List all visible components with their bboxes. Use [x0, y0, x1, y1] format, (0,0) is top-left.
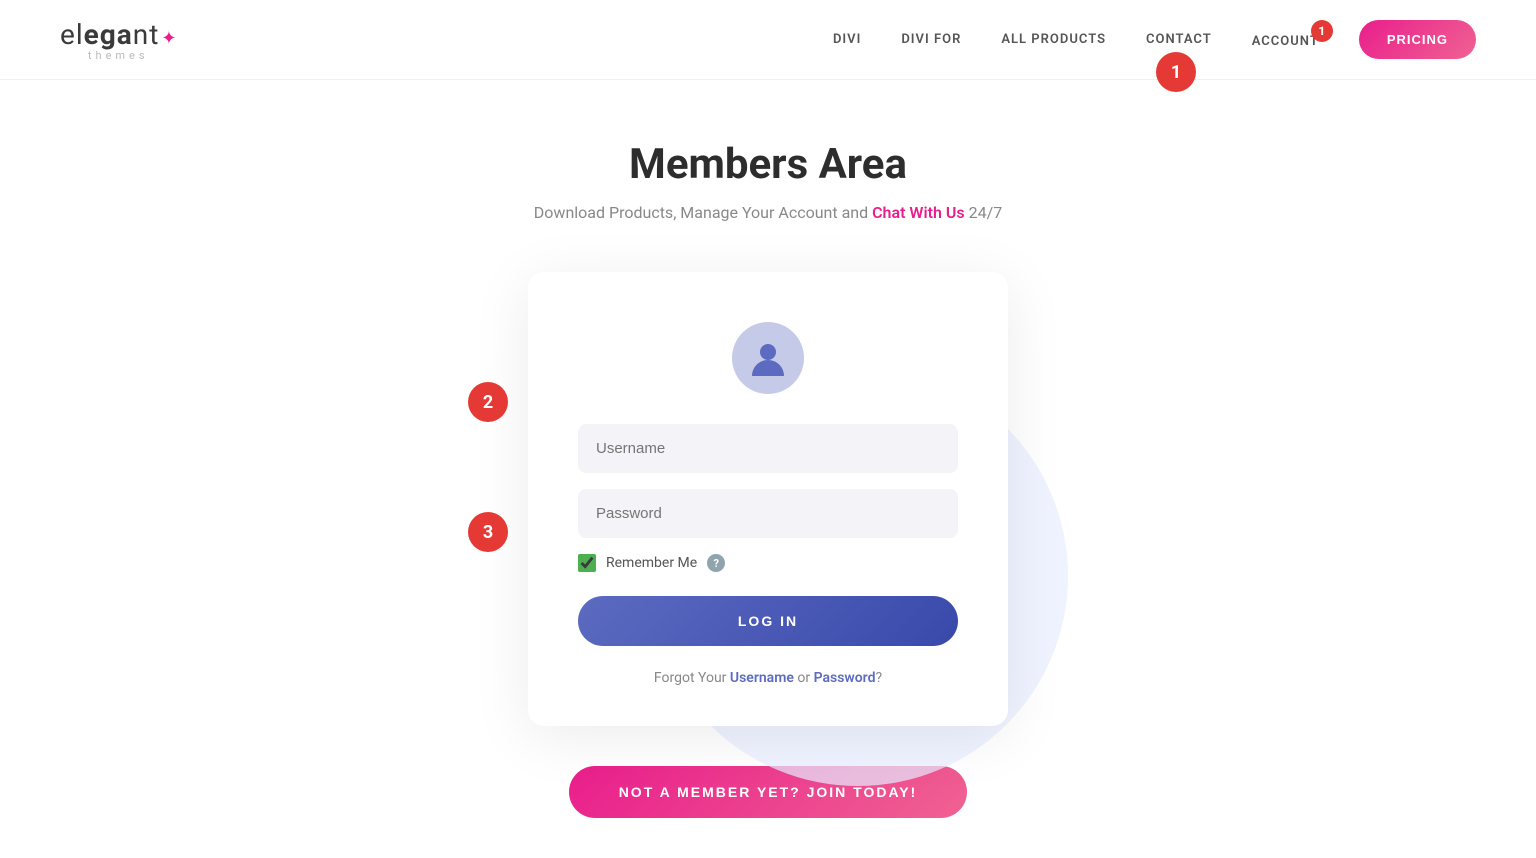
nav-contact[interactable]: CONTACT — [1146, 32, 1212, 47]
logo[interactable]: elegant ✦ themes — [60, 18, 176, 62]
nav-divi[interactable]: DIVI — [833, 32, 861, 47]
annotation-3: 3 — [468, 512, 508, 552]
chat-link[interactable]: Chat With Us — [872, 203, 965, 222]
username-group — [578, 424, 958, 473]
logo-star-icon: ✦ — [161, 28, 176, 49]
logo-subtitle: themes — [88, 49, 149, 62]
password-input[interactable] — [578, 489, 958, 538]
remember-checkbox[interactable] — [578, 554, 596, 572]
forgot-password-link[interactable]: Password — [814, 670, 876, 686]
navigation: elegant ✦ themes DIVI DIVI FOR ALL PRODU… — [0, 0, 1536, 80]
password-group — [578, 489, 958, 538]
remember-row: Remember Me ? — [578, 554, 958, 572]
nav-account-wrapper: ACCOUNT 1 — [1252, 30, 1319, 49]
login-button[interactable]: LOG IN — [578, 596, 958, 646]
login-card-wrapper: 2 3 Rem — [528, 272, 1008, 726]
pricing-button[interactable]: PRICING — [1359, 20, 1476, 59]
page-subtitle: Download Products, Manage Your Account a… — [534, 203, 1002, 222]
account-badge: 1 — [1311, 20, 1333, 42]
page-title: Members Area — [629, 140, 907, 189]
login-card: Remember Me ? LOG IN Forgot Your Usernam… — [528, 272, 1008, 726]
forgot-username-link[interactable]: Username — [730, 670, 794, 686]
nav-all-products[interactable]: ALL PRODUCTS — [1001, 32, 1106, 47]
user-avatar-icon — [732, 322, 804, 394]
main-content: Members Area Download Products, Manage Y… — [0, 80, 1536, 858]
help-icon[interactable]: ? — [707, 554, 725, 572]
logo-brand: elegant — [60, 18, 159, 51]
nav-links: DIVI DIVI FOR ALL PRODUCTS CONTACT ACCOU… — [833, 20, 1476, 59]
nav-account[interactable]: ACCOUNT — [1252, 34, 1319, 49]
forgot-text: Forgot Your Username or Password? — [654, 670, 882, 686]
remember-label: Remember Me — [606, 555, 697, 571]
username-input[interactable] — [578, 424, 958, 473]
nav-divi-for[interactable]: DIVI FOR — [901, 32, 961, 47]
annotation-2: 2 — [468, 382, 508, 422]
